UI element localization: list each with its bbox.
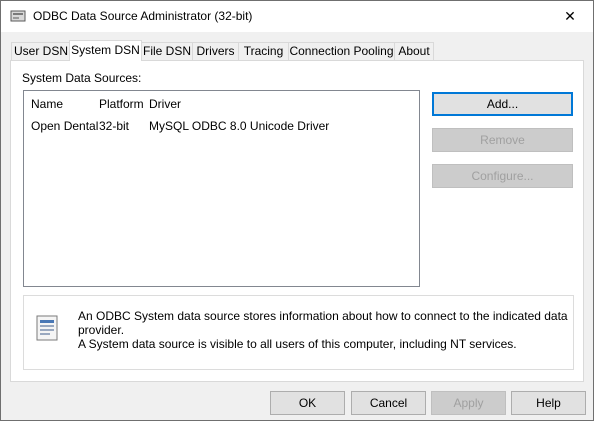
info-description: An ODBC System data source stores inform… bbox=[78, 309, 568, 351]
info-box: An ODBC System data source stores inform… bbox=[23, 295, 574, 370]
ok-button[interactable]: OK bbox=[270, 391, 345, 415]
configure-button[interactable]: Configure... bbox=[432, 164, 573, 188]
tab-label: Connection Pooling bbox=[289, 44, 394, 58]
tab-drivers[interactable]: Drivers bbox=[192, 42, 239, 60]
dsn-name: Open Dental bbox=[31, 119, 99, 133]
tab-about[interactable]: About bbox=[394, 42, 434, 60]
cancel-button[interactable]: Cancel bbox=[351, 391, 426, 415]
tab-label: System DSN bbox=[71, 43, 140, 57]
list-header: Name Platform Driver bbox=[24, 91, 419, 113]
add-button[interactable]: Add... bbox=[432, 92, 573, 116]
data-source-info-icon bbox=[35, 314, 61, 344]
apply-button[interactable]: Apply bbox=[431, 391, 506, 415]
column-header-driver[interactable]: Driver bbox=[149, 97, 181, 111]
odbc-window: ODBC Data Source Administrator (32-bit) … bbox=[0, 0, 594, 421]
tab-label: File DSN bbox=[142, 44, 191, 58]
tab-tracing[interactable]: Tracing bbox=[238, 42, 289, 60]
title-bar: ODBC Data Source Administrator (32-bit) … bbox=[1, 1, 593, 32]
column-header-platform[interactable]: Platform bbox=[99, 97, 144, 111]
tab-user-dsn[interactable]: User DSN bbox=[11, 42, 71, 60]
close-icon: ✕ bbox=[564, 8, 576, 24]
dsn-platform: 32-bit bbox=[99, 119, 130, 133]
tab-system-dsn[interactable]: System DSN bbox=[69, 40, 142, 61]
tab-label: User DSN bbox=[13, 44, 68, 58]
odbc-app-icon bbox=[10, 9, 26, 23]
info-line: A System data source is visible to all u… bbox=[78, 337, 517, 351]
tab-label: About bbox=[398, 44, 430, 58]
remove-button[interactable]: Remove bbox=[432, 128, 573, 152]
tab-file-dsn[interactable]: File DSN bbox=[141, 42, 193, 60]
tab-label: Tracing bbox=[243, 44, 284, 58]
window-title: ODBC Data Source Administrator (32-bit) bbox=[33, 9, 253, 23]
info-line: An ODBC System data source stores inform… bbox=[78, 309, 568, 337]
close-button[interactable]: ✕ bbox=[547, 1, 593, 32]
dsn-driver: MySQL ODBC 8.0 Unicode Driver bbox=[149, 119, 330, 133]
tab-label: Drivers bbox=[196, 44, 235, 58]
tab-connection-pooling[interactable]: Connection Pooling bbox=[288, 42, 395, 60]
column-header-name[interactable]: Name bbox=[31, 97, 63, 111]
system-data-sources-label: System Data Sources: bbox=[22, 71, 142, 85]
help-button[interactable]: Help bbox=[511, 391, 586, 415]
data-sources-list[interactable]: Name Platform Driver Open Dental 32-bit … bbox=[23, 90, 420, 287]
